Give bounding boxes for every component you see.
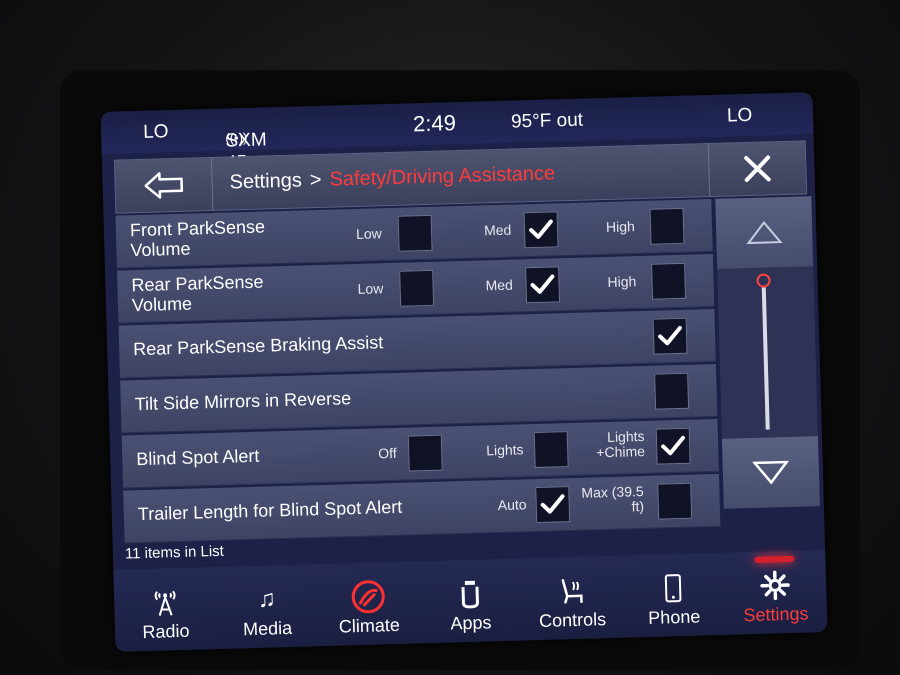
nav-apps[interactable]: Apps xyxy=(425,574,517,635)
option-label-med: Med xyxy=(483,221,512,239)
checkmark-icon xyxy=(661,435,685,456)
nav-label-phone: Phone xyxy=(647,606,701,628)
checkbox-max[interactable] xyxy=(657,482,693,520)
nav-label-apps: Apps xyxy=(450,612,492,634)
scroll-thumb[interactable] xyxy=(756,273,771,288)
option-label-low: Low xyxy=(357,280,384,297)
row-label-line1: Rear ParkSense xyxy=(131,271,264,296)
option-label-high: High xyxy=(605,218,636,235)
checkbox-high[interactable] xyxy=(651,262,687,300)
triangle-up-icon xyxy=(746,220,783,245)
scrollbar[interactable] xyxy=(715,196,820,509)
infotainment-screen: LO ((•)) SXM 45 2:49 95°F out LO Setting… xyxy=(100,92,828,652)
option-label-low: Low xyxy=(355,225,383,242)
clock: 2:49 xyxy=(412,110,457,137)
outside-temperature: 95°F out xyxy=(510,109,584,133)
nav-label-media: Media xyxy=(242,617,293,640)
left-climate-zone: LO xyxy=(142,121,169,143)
checkbox-auto[interactable] xyxy=(535,486,571,524)
close-icon xyxy=(744,155,771,183)
nav-controls[interactable]: Controls xyxy=(526,571,618,632)
checkbox-med[interactable] xyxy=(523,211,559,249)
option-label-max: Max (39.5 ft) xyxy=(581,483,645,516)
close-button[interactable] xyxy=(707,141,807,197)
right-climate-zone: LO xyxy=(726,104,753,127)
option-label-high: High xyxy=(607,273,637,290)
checkmark-icon xyxy=(540,494,565,514)
checkmark-icon xyxy=(529,219,553,239)
scroll-down-button[interactable] xyxy=(721,436,820,509)
option-label-lights-chime: Lights +Chime xyxy=(596,428,646,461)
scroll-track[interactable] xyxy=(761,279,770,430)
option-label-line2: ft) xyxy=(631,498,645,515)
triangle-down-icon xyxy=(752,460,790,485)
checkbox-high[interactable] xyxy=(649,207,685,245)
option-label-med: Med xyxy=(485,276,514,294)
climate-icon xyxy=(350,577,387,616)
nav-media[interactable]: ♫ Media xyxy=(221,579,313,640)
checkbox-lights-chime[interactable] xyxy=(655,427,691,465)
seat-icon xyxy=(556,572,587,611)
option-label-lights: Lights xyxy=(485,441,524,459)
antenna-icon xyxy=(152,583,179,622)
scroll-up-button[interactable] xyxy=(715,196,814,269)
option-label-off: Off xyxy=(378,444,397,462)
row-label: Blind Spot Alert xyxy=(136,445,260,470)
row-label: Trailer Length for Blind Spot Alert xyxy=(137,496,403,525)
nav-phone[interactable]: Phone xyxy=(628,568,720,629)
apps-icon xyxy=(459,575,482,614)
row-label: Tilt Side Mirrors in Reverse xyxy=(134,388,352,415)
row-label-line1: Front ParkSense xyxy=(129,216,266,241)
list-item-count: 11 items in List xyxy=(124,542,225,563)
back-arrow-icon xyxy=(144,172,184,199)
row-label: Rear ParkSense Volume xyxy=(131,272,264,316)
checkmark-icon xyxy=(658,325,682,346)
checkbox-lights[interactable] xyxy=(533,431,569,469)
checkbox-low[interactable] xyxy=(399,269,435,307)
nav-climate[interactable]: Climate xyxy=(323,577,415,638)
checkbox-med[interactable] xyxy=(525,266,561,304)
checkmark-icon xyxy=(530,274,555,294)
breadcrumb-separator: > xyxy=(309,168,322,192)
row-label-line2: Volume xyxy=(130,238,191,261)
back-button[interactable] xyxy=(114,157,214,213)
nav-label-settings: Settings xyxy=(743,603,809,626)
checkbox-braking-assist[interactable] xyxy=(652,317,688,355)
nav-label-radio: Radio xyxy=(142,620,190,643)
row-label: Rear ParkSense Braking Assist xyxy=(132,332,384,360)
breadcrumb-current: Safety/Driving Assistance xyxy=(329,162,556,191)
row-label: Front ParkSense Volume xyxy=(130,217,266,261)
checkbox-low[interactable] xyxy=(397,214,433,252)
nav-label-climate: Climate xyxy=(338,614,401,637)
phone-icon xyxy=(664,569,683,607)
breadcrumb: Settings > Safety/Driving Assistance xyxy=(229,162,555,194)
settings-list: Front ParkSense Volume Low Med High Rear… xyxy=(115,199,721,554)
nav-label-controls: Controls xyxy=(538,609,607,631)
option-label-line2: +Chime xyxy=(596,442,646,461)
music-note-icon: ♫ xyxy=(257,585,277,613)
checkbox-off[interactable] xyxy=(407,434,443,472)
option-label-auto: Auto xyxy=(497,496,527,514)
gear-icon xyxy=(760,566,791,605)
row-label-line2: Volume xyxy=(131,293,193,316)
checkbox-tilt-mirrors[interactable] xyxy=(654,372,690,410)
breadcrumb-root[interactable]: Settings xyxy=(229,169,302,193)
nav-radio[interactable]: Radio xyxy=(120,582,212,643)
nav-settings[interactable]: Settings xyxy=(730,565,822,626)
